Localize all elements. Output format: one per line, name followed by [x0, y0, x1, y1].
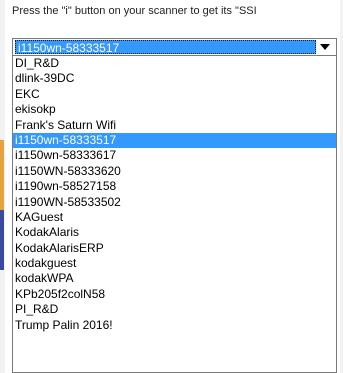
list-item[interactable]: i1150WN-58333620	[13, 164, 336, 179]
chevron-down-icon[interactable]	[320, 44, 330, 50]
list-item[interactable]: Trump Palin 2016!	[13, 318, 336, 333]
background-accent	[0, 140, 4, 210]
list-item[interactable]: PI_R&D	[13, 302, 336, 317]
instruction-text: Press the "i" button on your scanner to …	[12, 5, 257, 17]
list-item[interactable]: KAGuest	[13, 210, 336, 225]
list-item[interactable]: kodakWPA	[13, 271, 336, 286]
list-item[interactable]: i1190wn-58527158	[13, 179, 336, 194]
list-item[interactable]: KodakAlarisERP	[13, 241, 336, 256]
list-item[interactable]: kodakguest	[13, 256, 336, 271]
ssid-combobox[interactable]: i1150wn-58333517	[12, 38, 337, 56]
list-item[interactable]: KodakAlaris	[13, 225, 336, 240]
list-item[interactable]: Frank's Saturn Wifi	[13, 118, 336, 133]
list-item[interactable]: i1190WN-58533502	[13, 195, 336, 210]
list-item[interactable]: ekisokp	[13, 102, 336, 117]
list-item[interactable]: DI_R&D	[13, 56, 336, 71]
list-item[interactable]: EKC	[13, 87, 336, 102]
background-accent	[0, 210, 4, 270]
list-item[interactable]: i1150wn-58333617	[13, 148, 336, 163]
window-edge-left	[0, 0, 5, 373]
list-item[interactable]: dlink-39DC	[13, 71, 336, 86]
combobox-selected-value[interactable]: i1150wn-58333517	[15, 40, 316, 55]
ssid-dropdown-list[interactable]: DI_R&D dlink-39DC EKC ekisokp Frank's Sa…	[12, 56, 337, 373]
list-item[interactable]: KPb205f2colN58	[13, 287, 336, 302]
list-item-highlighted[interactable]: i1150wn-58333517	[13, 132, 336, 149]
